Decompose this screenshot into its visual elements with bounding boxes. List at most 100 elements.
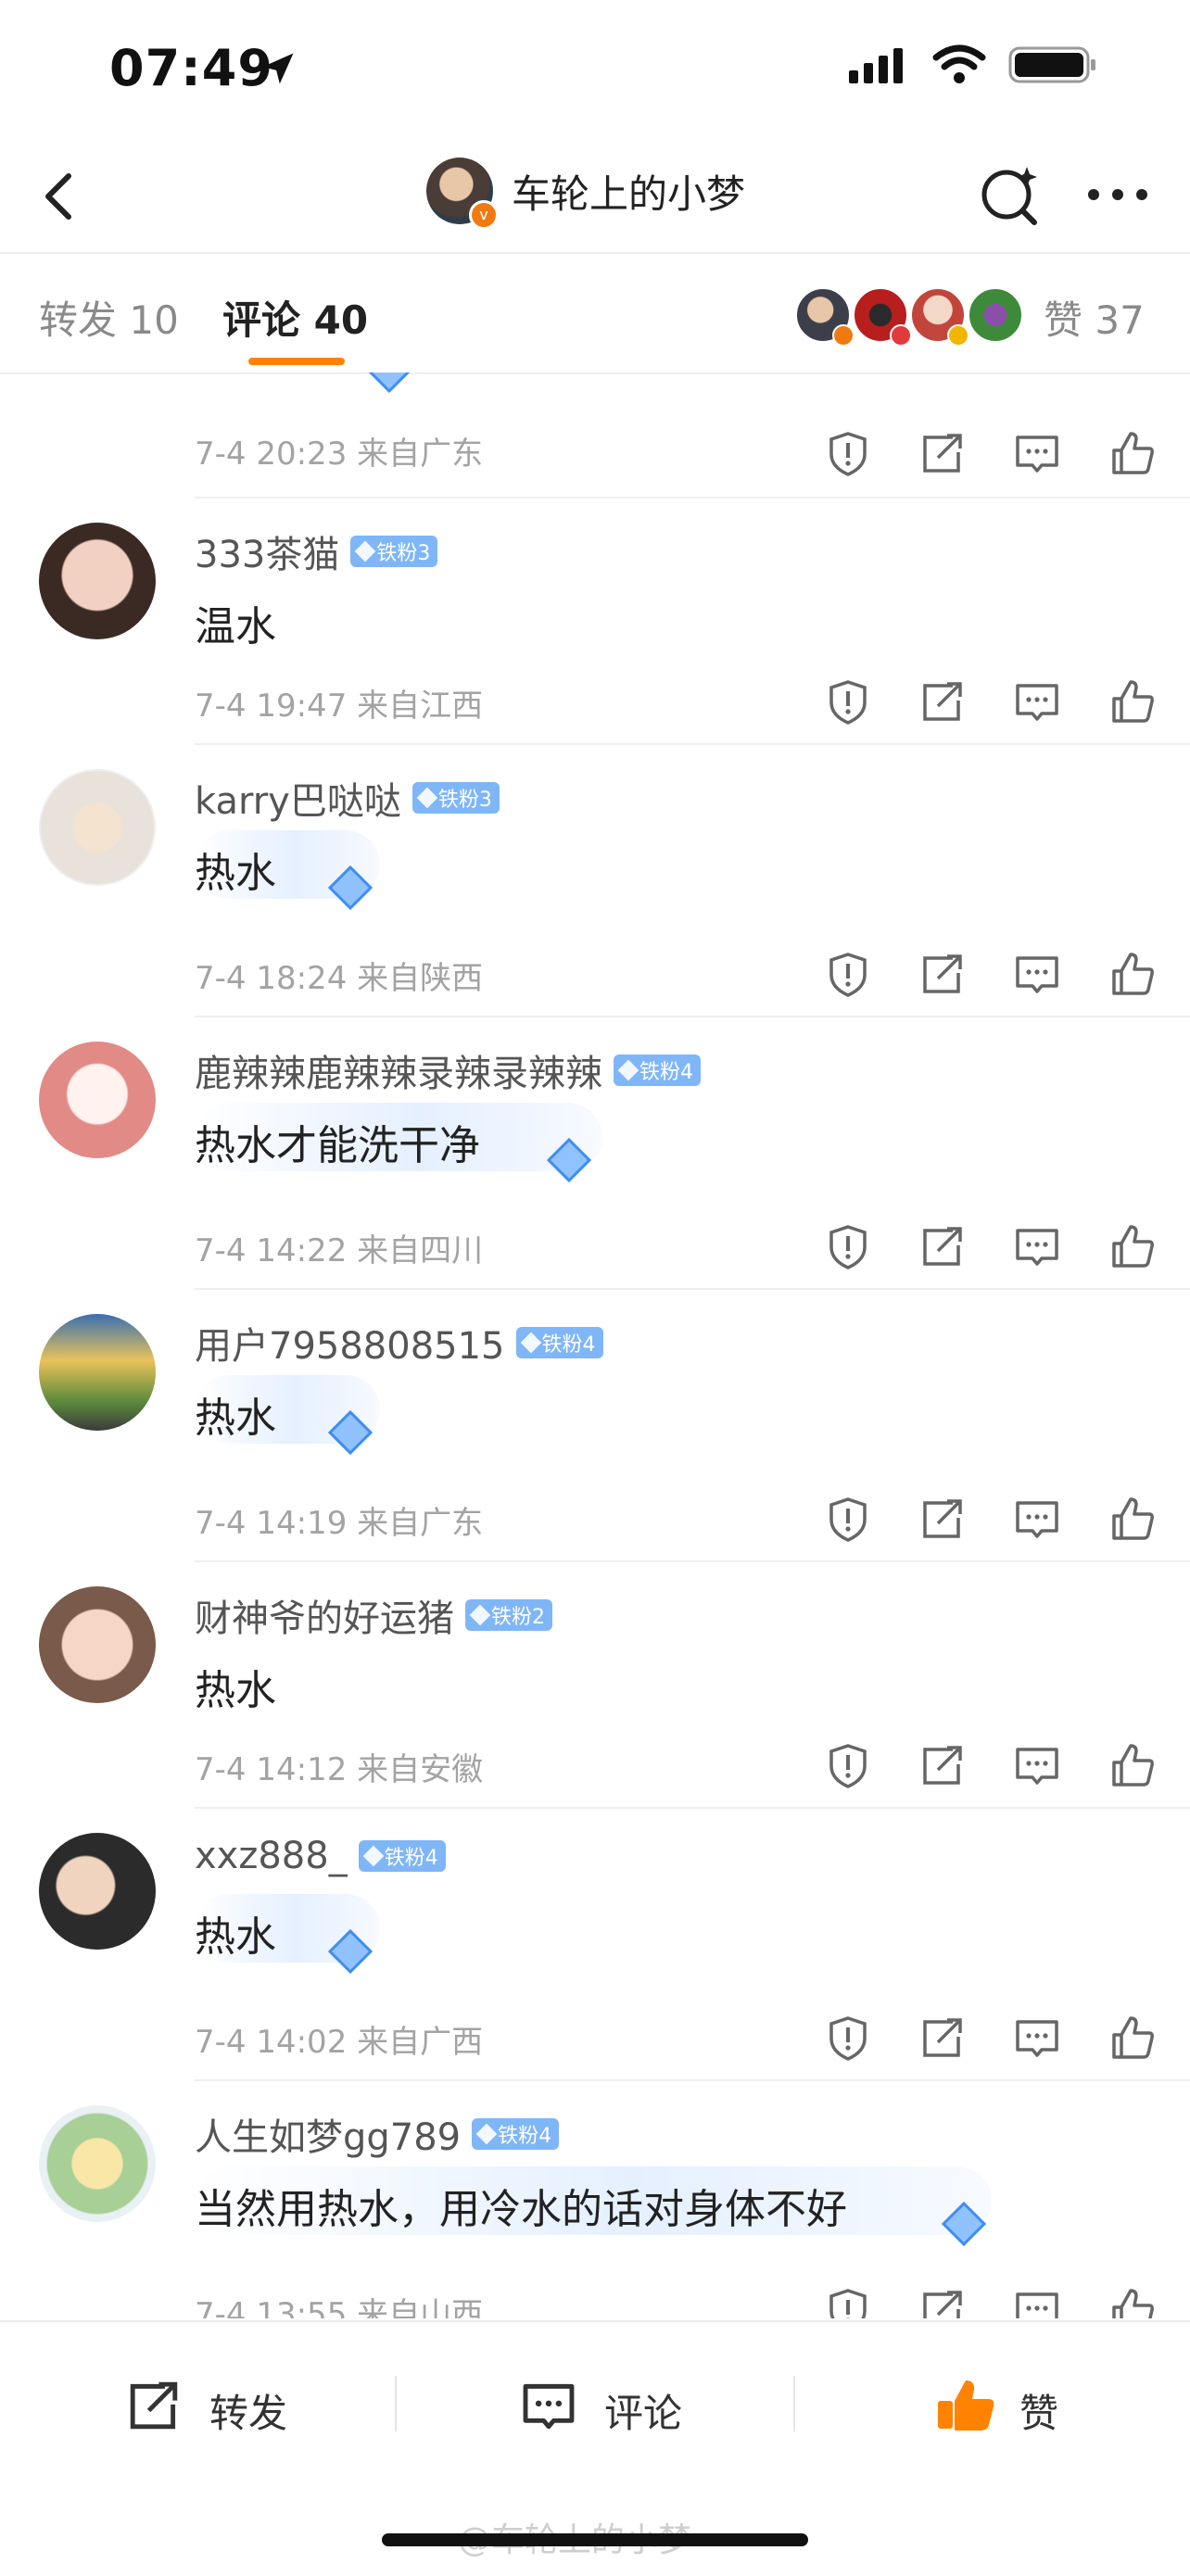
thumbs-up-icon[interactable] xyxy=(1099,421,1164,486)
tab-bar: 转发 10 评论 40 赞 37 xyxy=(0,252,1190,374)
home-indicator[interactable] xyxy=(382,2533,808,2546)
share-icon[interactable] xyxy=(910,941,975,1006)
report-icon[interactable] xyxy=(816,2278,880,2318)
battery-icon xyxy=(1008,44,1097,89)
username[interactable]: 333茶猫 xyxy=(195,524,339,578)
repost-button[interactable]: 转发 xyxy=(119,2370,287,2450)
share-icon[interactable] xyxy=(910,1733,975,1798)
gem-icon xyxy=(324,1407,376,1458)
comment-icon[interactable] xyxy=(1005,1214,1070,1279)
location-arrow-icon xyxy=(258,48,298,93)
comment-meta: 7-4 14:22 来自四川 xyxy=(195,1232,484,1269)
fan-diamond-icon xyxy=(416,787,438,809)
comment-item: 7-4 20:23 来自广东 xyxy=(0,373,1190,499)
username[interactable]: 鹿辣辣鹿辣辣录辣录辣辣 xyxy=(195,1043,602,1097)
tab-comment[interactable]: 评论 40 xyxy=(222,289,368,346)
fan-badge-label: 铁粉3 xyxy=(376,542,431,565)
tab-repost[interactable]: 转发 10 xyxy=(39,289,179,346)
comment-icon[interactable] xyxy=(1005,941,1070,1006)
status-icons xyxy=(849,44,1097,89)
comment-icon[interactable] xyxy=(1005,1486,1070,1551)
liker-avatar xyxy=(968,287,1023,343)
share-icon[interactable] xyxy=(910,1214,975,1279)
username[interactable]: 用户7958808515 xyxy=(195,1316,505,1370)
report-icon[interactable] xyxy=(816,421,880,486)
avatar[interactable] xyxy=(39,1833,156,1950)
comment-meta: 7-4 14:12 来自安徽 xyxy=(195,1751,484,1788)
comment-button[interactable]: 评论 xyxy=(513,2370,682,2450)
avatar[interactable] xyxy=(39,1586,156,1703)
report-icon[interactable] xyxy=(816,1733,880,1798)
comment-item: karry巴哒哒 铁粉3 热水 7-4 18:24 来自陕西 xyxy=(0,745,1190,1017)
status-bar: 07:49 xyxy=(0,0,1190,139)
repost-label: 转发 xyxy=(209,2390,288,2436)
comment-icon[interactable] xyxy=(1005,1733,1070,1798)
thumbs-up-icon[interactable] xyxy=(1099,669,1164,734)
comment-item: 财神爷的好运猪 铁粉2 热水 7-4 14:12 来自安徽 xyxy=(0,1562,1190,1809)
avatar[interactable] xyxy=(39,2105,156,2222)
report-icon[interactable] xyxy=(816,2005,880,2070)
bottom-action-bar: 转发 评论 赞 @车轮上的小梦 xyxy=(0,2320,1190,2576)
fan-badge: 铁粉4 xyxy=(472,2118,560,2150)
comment-text: 热水 xyxy=(195,1395,276,1442)
fan-badge-label: 铁粉4 xyxy=(384,1847,438,1870)
thumbs-up-icon[interactable] xyxy=(1099,1486,1164,1551)
report-icon[interactable] xyxy=(816,1214,880,1279)
comment-list[interactable]: 7-4 20:23 来自广东 333茶猫 铁粉3 温水 7-4 19:47 来自… xyxy=(0,373,1190,2318)
liker-avatars[interactable] xyxy=(795,287,1023,347)
more-dots-icon[interactable] xyxy=(1081,158,1155,232)
fan-badge-label: 铁粉2 xyxy=(491,1606,545,1629)
thumbs-up-icon[interactable] xyxy=(1099,1733,1164,1798)
avatar[interactable] xyxy=(39,1042,156,1158)
comment-item: 鹿辣辣鹿辣辣录辣录辣辣 铁粉4 热水才能洗干净 7-4 14:22 来自四川 xyxy=(0,1017,1190,1290)
thumbs-up-icon[interactable] xyxy=(1099,2278,1164,2318)
report-icon[interactable] xyxy=(816,669,880,734)
comment-icon[interactable] xyxy=(1005,2005,1070,2070)
comment-actions xyxy=(816,941,1168,1006)
username[interactable]: 人生如梦gg789 xyxy=(195,2107,461,2161)
fan-badge: 铁粉3 xyxy=(350,536,438,567)
report-icon[interactable] xyxy=(816,1486,880,1551)
username[interactable]: xxz888_ xyxy=(195,1835,348,1877)
username[interactable]: karry巴哒哒 xyxy=(195,771,401,825)
thumbs-up-icon[interactable] xyxy=(1099,941,1164,1006)
comment-text: 温水 xyxy=(195,603,276,650)
ai-search-icon[interactable] xyxy=(973,158,1047,232)
back-chevron-icon[interactable] xyxy=(26,159,100,234)
avatar[interactable] xyxy=(39,1314,156,1431)
comment-meta: 7-4 14:02 来自广西 xyxy=(195,2024,484,2061)
share-icon[interactable] xyxy=(910,2278,975,2318)
avatar[interactable] xyxy=(39,769,156,886)
share-icon[interactable] xyxy=(910,1486,975,1551)
tab-likes[interactable]: 赞 37 xyxy=(1044,289,1145,346)
verified-badge-icon: v xyxy=(469,200,499,230)
fan-diamond-icon xyxy=(469,1604,491,1626)
comment-text: 热水 xyxy=(195,1913,276,1961)
author-name[interactable]: 车轮上的小梦 xyxy=(512,163,745,220)
share-icon[interactable] xyxy=(910,669,975,734)
share-icon[interactable] xyxy=(910,2005,975,2070)
comment-icon[interactable] xyxy=(1005,2278,1070,2318)
fan-badge-label: 铁粉4 xyxy=(541,1333,596,1357)
share-icon xyxy=(119,2370,189,2450)
status-time: 07:49 xyxy=(109,39,273,97)
like-button[interactable]: 赞 xyxy=(934,2370,1058,2450)
thumbs-up-icon[interactable] xyxy=(1099,2005,1164,2070)
fan-badge: 铁粉4 xyxy=(614,1054,701,1086)
comment-actions xyxy=(816,421,1168,486)
comment-icon[interactable] xyxy=(1005,421,1070,486)
share-icon[interactable] xyxy=(910,421,975,486)
verified-badge-icon xyxy=(832,324,855,347)
username[interactable]: 财神爷的好运猪 xyxy=(195,1588,454,1642)
comment-actions xyxy=(816,2278,1168,2318)
wifi-icon xyxy=(932,44,986,89)
report-icon[interactable] xyxy=(816,941,880,1006)
fan-diamond-icon xyxy=(355,540,376,562)
comment-icon[interactable] xyxy=(1005,669,1070,734)
comment-actions xyxy=(816,1214,1168,1279)
avatar[interactable] xyxy=(39,523,156,639)
active-tab-indicator xyxy=(248,358,345,365)
gem-icon xyxy=(938,2198,990,2250)
thumbs-up-icon xyxy=(934,2370,999,2450)
thumbs-up-icon[interactable] xyxy=(1099,1214,1164,1279)
